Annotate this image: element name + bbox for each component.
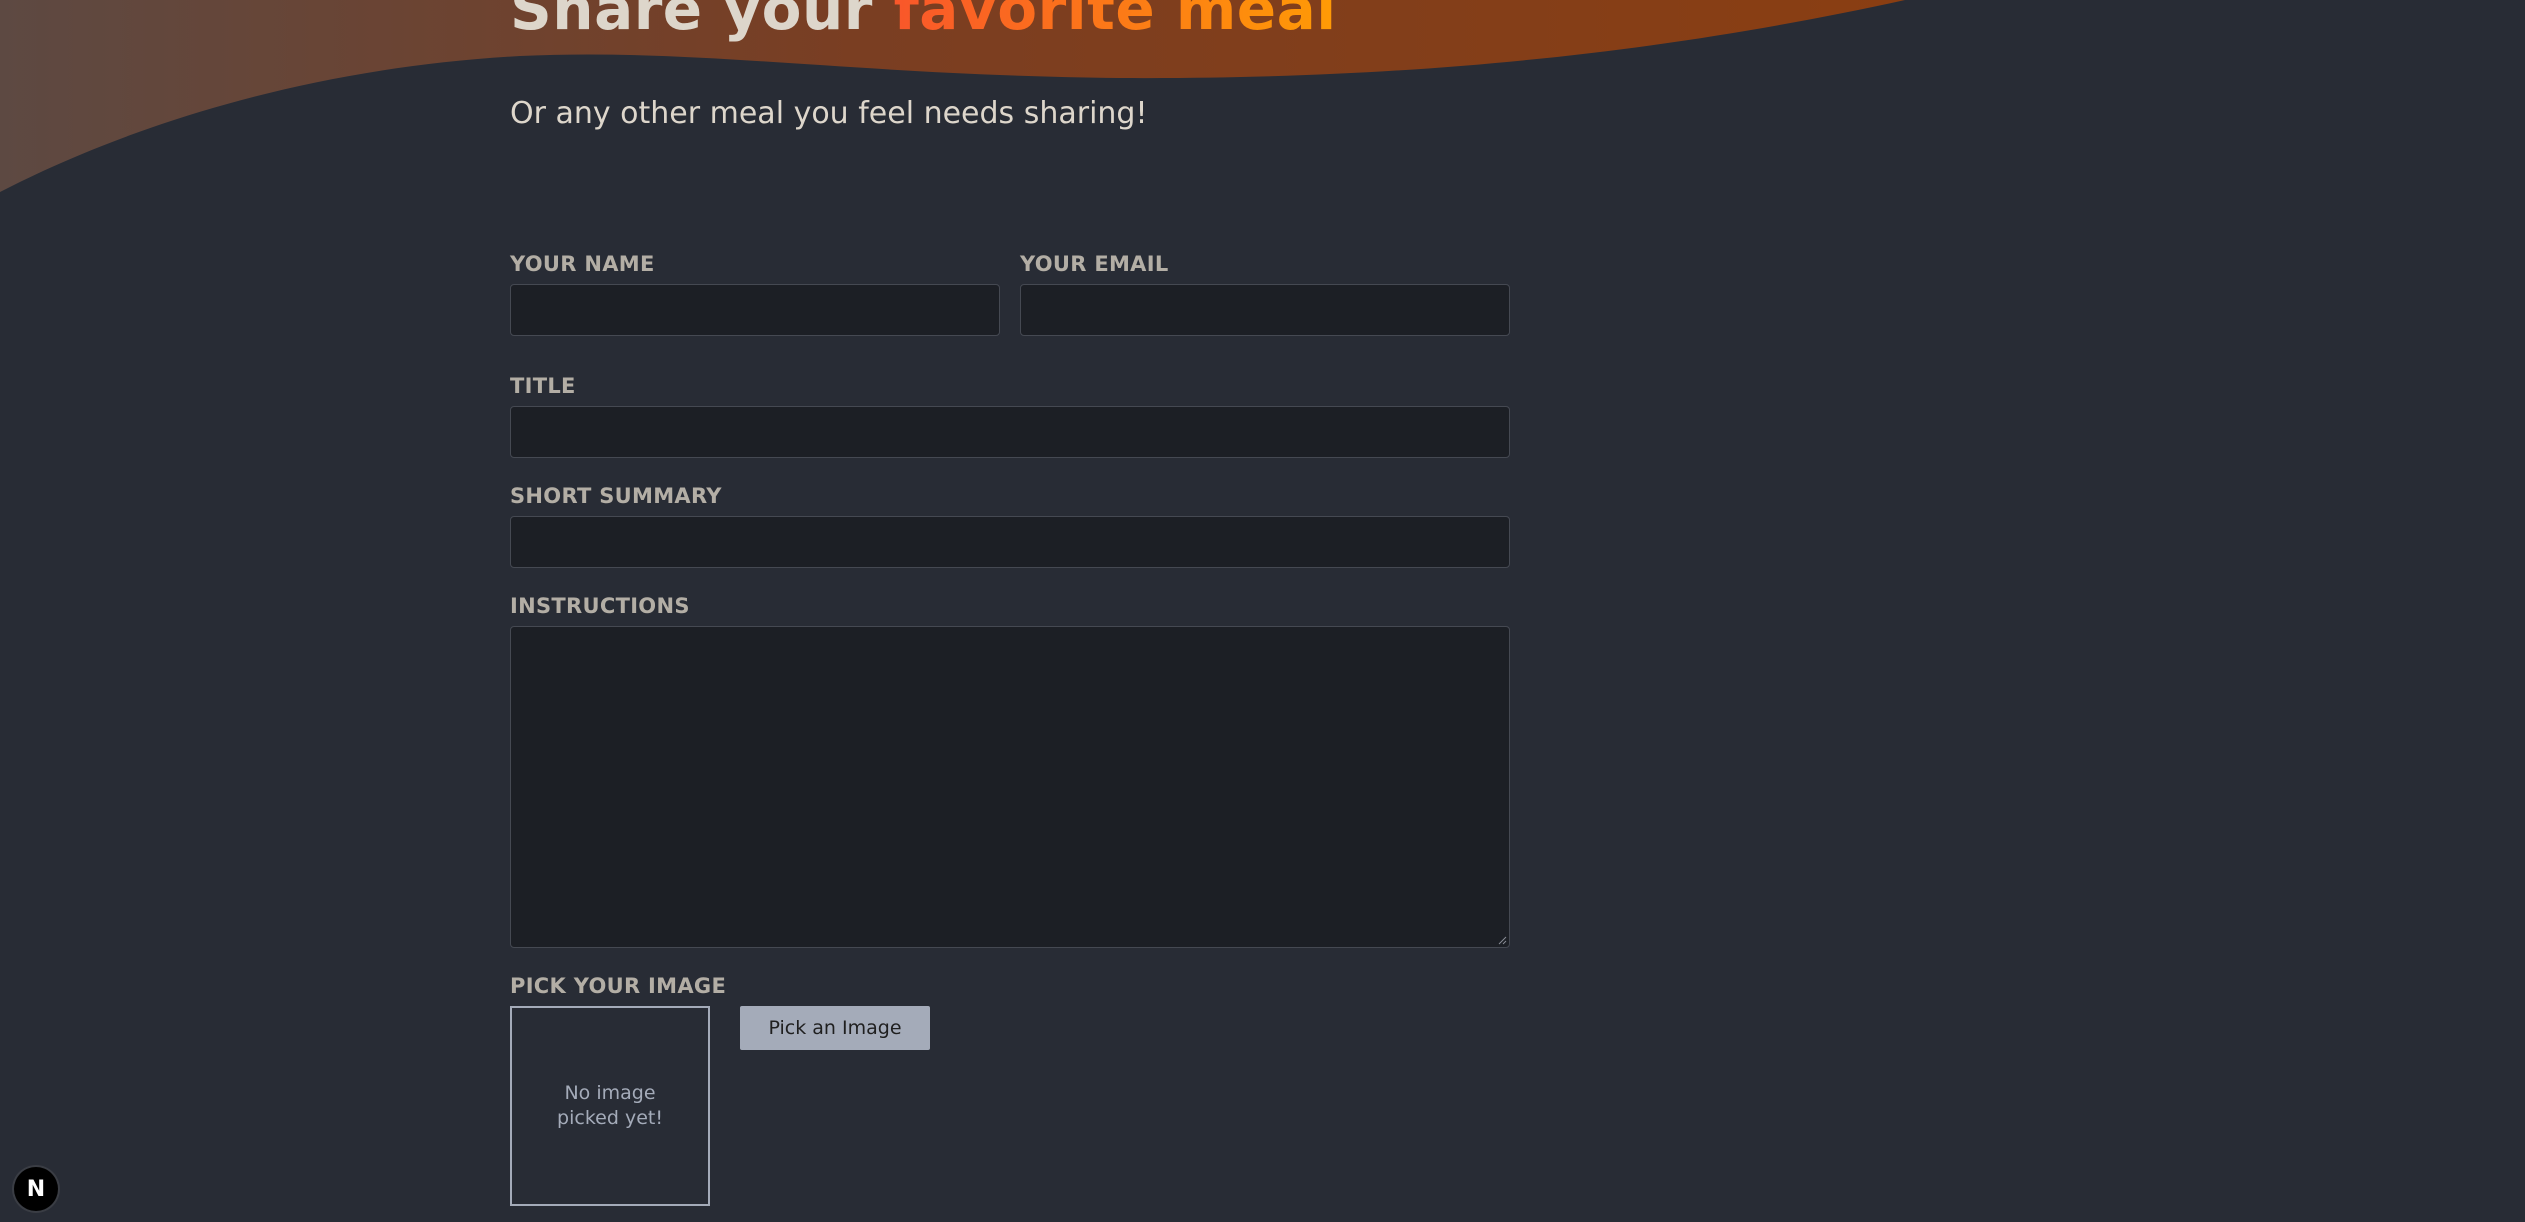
page-title: Share your favorite meal bbox=[510, 0, 1337, 42]
title-input[interactable] bbox=[510, 406, 1510, 458]
badge-letter: N bbox=[26, 1176, 46, 1202]
pick-image-button[interactable]: Pick an Image bbox=[740, 1006, 930, 1050]
instructions-group: Instructions bbox=[510, 594, 1510, 948]
name-input[interactable] bbox=[510, 284, 1000, 336]
email-label: Your email bbox=[1020, 252, 1169, 276]
title-group: Title bbox=[510, 374, 1510, 458]
title-label: Title bbox=[510, 374, 576, 398]
email-input[interactable] bbox=[1020, 284, 1510, 336]
instructions-label: Instructions bbox=[510, 594, 690, 618]
nextjs-logo-icon[interactable]: N bbox=[14, 1167, 58, 1211]
title-prefix: Share your bbox=[510, 0, 894, 43]
name-email-row: Your name Your email bbox=[510, 252, 1510, 336]
title-highlight: favorite meal bbox=[894, 0, 1337, 43]
image-placeholder-text: No image picked yet! bbox=[557, 1082, 663, 1129]
summary-label: Short Summary bbox=[510, 484, 722, 508]
page-subtitle: Or any other meal you feel needs sharing… bbox=[510, 96, 1148, 131]
image-label: Pick your image bbox=[510, 974, 727, 998]
image-picker: No image picked yet! Pick an Image bbox=[510, 1006, 1510, 1206]
resize-grip-icon[interactable] bbox=[1497, 935, 1507, 945]
image-group: Pick your image No image picked yet! Pic… bbox=[510, 974, 1510, 1206]
summary-input[interactable] bbox=[510, 516, 1510, 568]
page: Share your favorite meal Or any other me… bbox=[0, 0, 2525, 1222]
summary-group: Short Summary bbox=[510, 484, 1510, 568]
instructions-textarea[interactable] bbox=[510, 626, 1510, 948]
email-group: Your email bbox=[1020, 252, 1510, 336]
share-meal-form: Your name Your email Title Short Summary… bbox=[510, 252, 1510, 1222]
image-preview: No image picked yet! bbox=[510, 1006, 710, 1206]
name-label: Your name bbox=[510, 252, 655, 276]
name-group: Your name bbox=[510, 252, 1000, 336]
